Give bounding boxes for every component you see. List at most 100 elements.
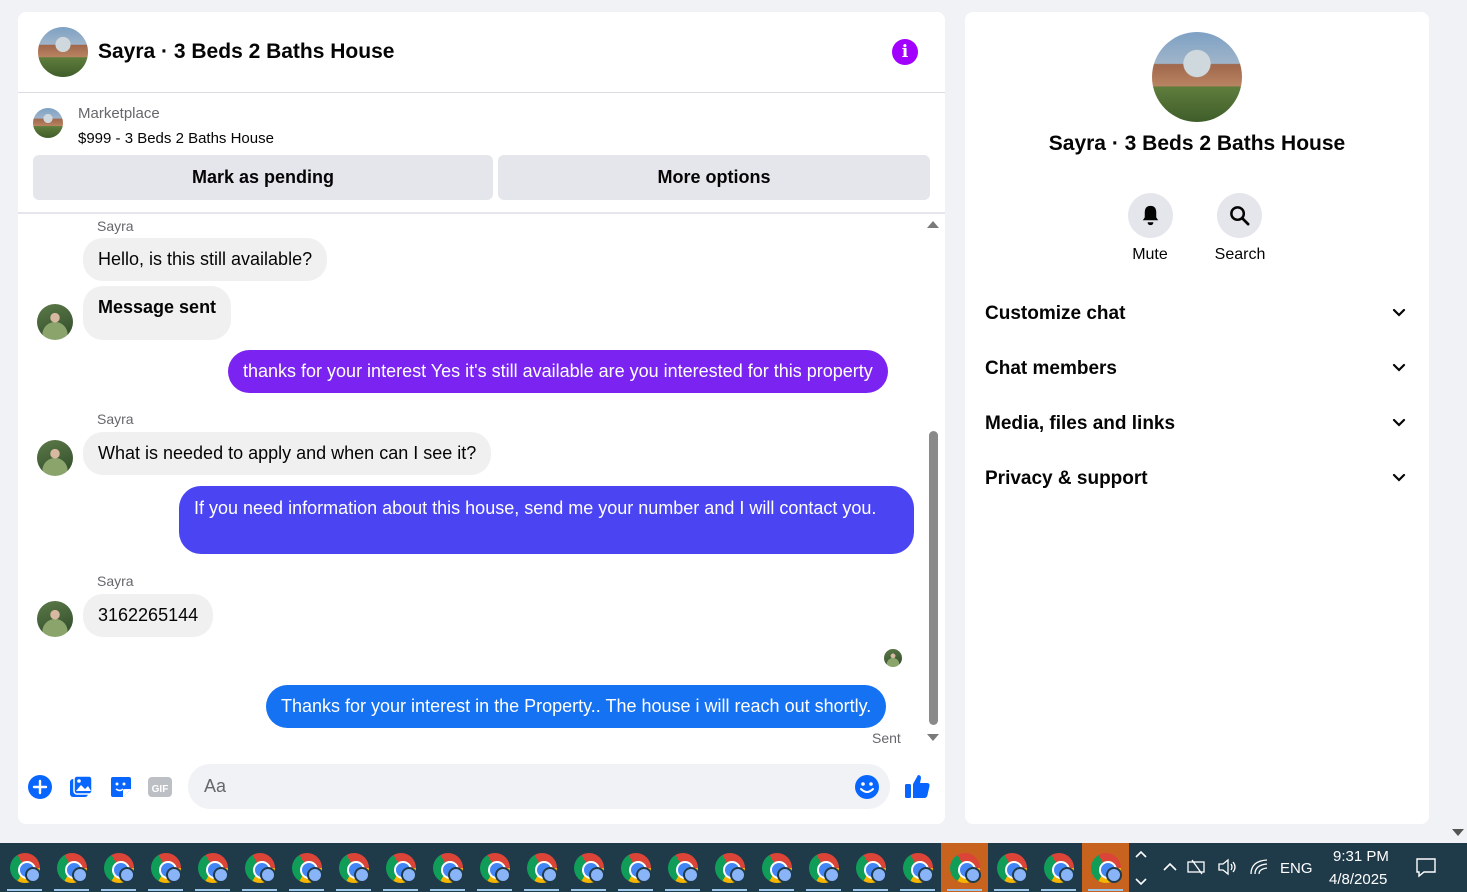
conversation-title[interactable]: Sayra · 3 Beds 2 Baths House xyxy=(98,40,394,64)
profile-badge-icon xyxy=(119,867,135,883)
taskbar-chrome-window[interactable] xyxy=(48,843,95,892)
section-label: Media, files and links xyxy=(985,413,1176,434)
taskbar-chrome-window[interactable] xyxy=(236,843,283,892)
sender-avatar[interactable] xyxy=(37,601,73,637)
section-label: Chat members xyxy=(985,358,1117,379)
notifications-icon[interactable] xyxy=(1414,855,1438,879)
profile-badge-icon xyxy=(307,867,323,883)
taskbar-scroll-up-icon[interactable] xyxy=(1134,847,1148,861)
profile-avatar[interactable] xyxy=(1152,32,1242,122)
clock-time[interactable]: 9:31 PM xyxy=(1333,848,1389,865)
running-indicator xyxy=(524,889,559,891)
media-files-links-section[interactable]: Media, files and links xyxy=(985,404,1410,444)
listing-title[interactable]: $999 - 3 Beds 2 Baths House xyxy=(78,130,274,147)
info-icon[interactable]: i xyxy=(892,39,918,65)
profile-badge-icon xyxy=(542,867,558,883)
mute-label: Mute xyxy=(1132,246,1168,263)
section-label: Privacy & support xyxy=(985,468,1148,489)
running-indicator xyxy=(712,889,747,891)
incoming-message[interactable]: Hello, is this still available? xyxy=(83,238,328,281)
language-indicator[interactable]: ENG xyxy=(1280,860,1313,877)
running-indicator xyxy=(947,889,982,891)
message-input[interactable] xyxy=(188,764,890,809)
profile-badge-icon xyxy=(1012,867,1028,883)
profile-badge-icon xyxy=(260,867,276,883)
taskbar-chrome-window[interactable] xyxy=(565,843,612,892)
page-scroll-down-arrow[interactable] xyxy=(1452,829,1464,836)
incoming-message[interactable]: What is needed to apply and when can I s… xyxy=(83,432,492,475)
sender-avatar[interactable] xyxy=(37,304,73,340)
divider xyxy=(18,212,945,214)
thumbs-up-icon[interactable] xyxy=(903,772,931,800)
taskbar-chrome-window[interactable] xyxy=(189,843,236,892)
message-status: Sent xyxy=(872,730,901,746)
taskbar-chrome-window[interactable] xyxy=(1,843,48,892)
outgoing-message[interactable]: If you need information about this house… xyxy=(179,486,914,554)
battery-icon[interactable] xyxy=(1186,857,1208,877)
taskbar-chrome-window[interactable] xyxy=(471,843,518,892)
conversation-avatar[interactable] xyxy=(38,27,88,77)
running-indicator xyxy=(7,889,42,891)
taskbar-chrome-window[interactable] xyxy=(706,843,753,892)
customize-chat-section[interactable]: Customize chat xyxy=(985,294,1410,334)
clock-date[interactable]: 4/8/2025 xyxy=(1329,871,1387,888)
sticker-icon[interactable] xyxy=(108,774,134,800)
incoming-message[interactable]: 3162265144 xyxy=(83,594,214,637)
taskbar-chrome-window[interactable] xyxy=(424,843,471,892)
photo-icon[interactable] xyxy=(68,774,94,800)
running-indicator xyxy=(618,889,653,891)
profile-badge-icon xyxy=(213,867,229,883)
scroll-up-arrow[interactable] xyxy=(927,221,939,228)
profile-badge-icon xyxy=(589,867,605,883)
search-button[interactable] xyxy=(1217,193,1262,238)
scrollbar-thumb[interactable] xyxy=(929,431,938,725)
taskbar-chrome-window[interactable] xyxy=(800,843,847,892)
taskbar-chrome-window[interactable] xyxy=(659,843,706,892)
taskbar-chrome-window[interactable] xyxy=(941,843,988,892)
running-indicator xyxy=(853,889,888,891)
taskbar-chrome-window[interactable] xyxy=(847,843,894,892)
taskbar-chrome-window[interactable] xyxy=(1035,843,1082,892)
mark-pending-button[interactable]: Mark as pending xyxy=(33,155,493,200)
profile-badge-icon xyxy=(25,867,41,883)
taskbar-chrome-window[interactable] xyxy=(894,843,941,892)
sender-name: Sayra xyxy=(97,573,134,589)
profile-badge-icon xyxy=(448,867,464,883)
running-indicator xyxy=(148,889,183,891)
show-hidden-icons-icon[interactable] xyxy=(1162,859,1178,875)
plus-icon[interactable] xyxy=(27,774,53,800)
volume-icon[interactable] xyxy=(1216,857,1238,877)
mute-button[interactable] xyxy=(1128,193,1173,238)
sender-avatar[interactable] xyxy=(37,440,73,476)
taskbar-chrome-window[interactable] xyxy=(377,843,424,892)
profile-badge-icon xyxy=(730,867,746,883)
taskbar-chrome-window[interactable] xyxy=(753,843,800,892)
privacy-support-section[interactable]: Privacy & support xyxy=(985,459,1410,499)
running-indicator xyxy=(994,889,1029,891)
page-scrollbar[interactable] xyxy=(1449,0,1467,843)
scroll-down-arrow[interactable] xyxy=(927,734,939,741)
running-indicator xyxy=(383,889,418,891)
chat-members-section[interactable]: Chat members xyxy=(985,349,1410,389)
outgoing-message[interactable]: Thanks for your interest in the Property… xyxy=(266,685,887,728)
more-options-button[interactable]: More options xyxy=(498,155,930,200)
profile-badge-icon xyxy=(965,867,981,883)
taskbar-chrome-window[interactable] xyxy=(142,843,189,892)
gif-icon[interactable]: GIF xyxy=(147,774,173,800)
taskbar-scroll-down-icon[interactable] xyxy=(1134,875,1148,889)
taskbar-chrome-window[interactable] xyxy=(95,843,142,892)
taskbar-chrome-window[interactable] xyxy=(330,843,377,892)
taskbar-chrome-window[interactable] xyxy=(1082,843,1129,892)
taskbar-chrome-window[interactable] xyxy=(283,843,330,892)
listing-thumbnail[interactable] xyxy=(33,108,63,138)
taskbar-chrome-window[interactable] xyxy=(988,843,1035,892)
taskbar-chrome-window[interactable] xyxy=(612,843,659,892)
emoji-icon[interactable] xyxy=(854,774,880,800)
taskbar-chrome-window[interactable] xyxy=(518,843,565,892)
outgoing-message[interactable]: thanks for your interest Yes it's still … xyxy=(228,350,888,393)
profile-badge-icon xyxy=(354,867,370,883)
wifi-icon[interactable] xyxy=(1248,857,1270,877)
profile-badge-icon xyxy=(72,867,88,883)
incoming-message[interactable]: Message sent xyxy=(83,286,232,340)
sender-name: Sayra xyxy=(97,411,134,427)
